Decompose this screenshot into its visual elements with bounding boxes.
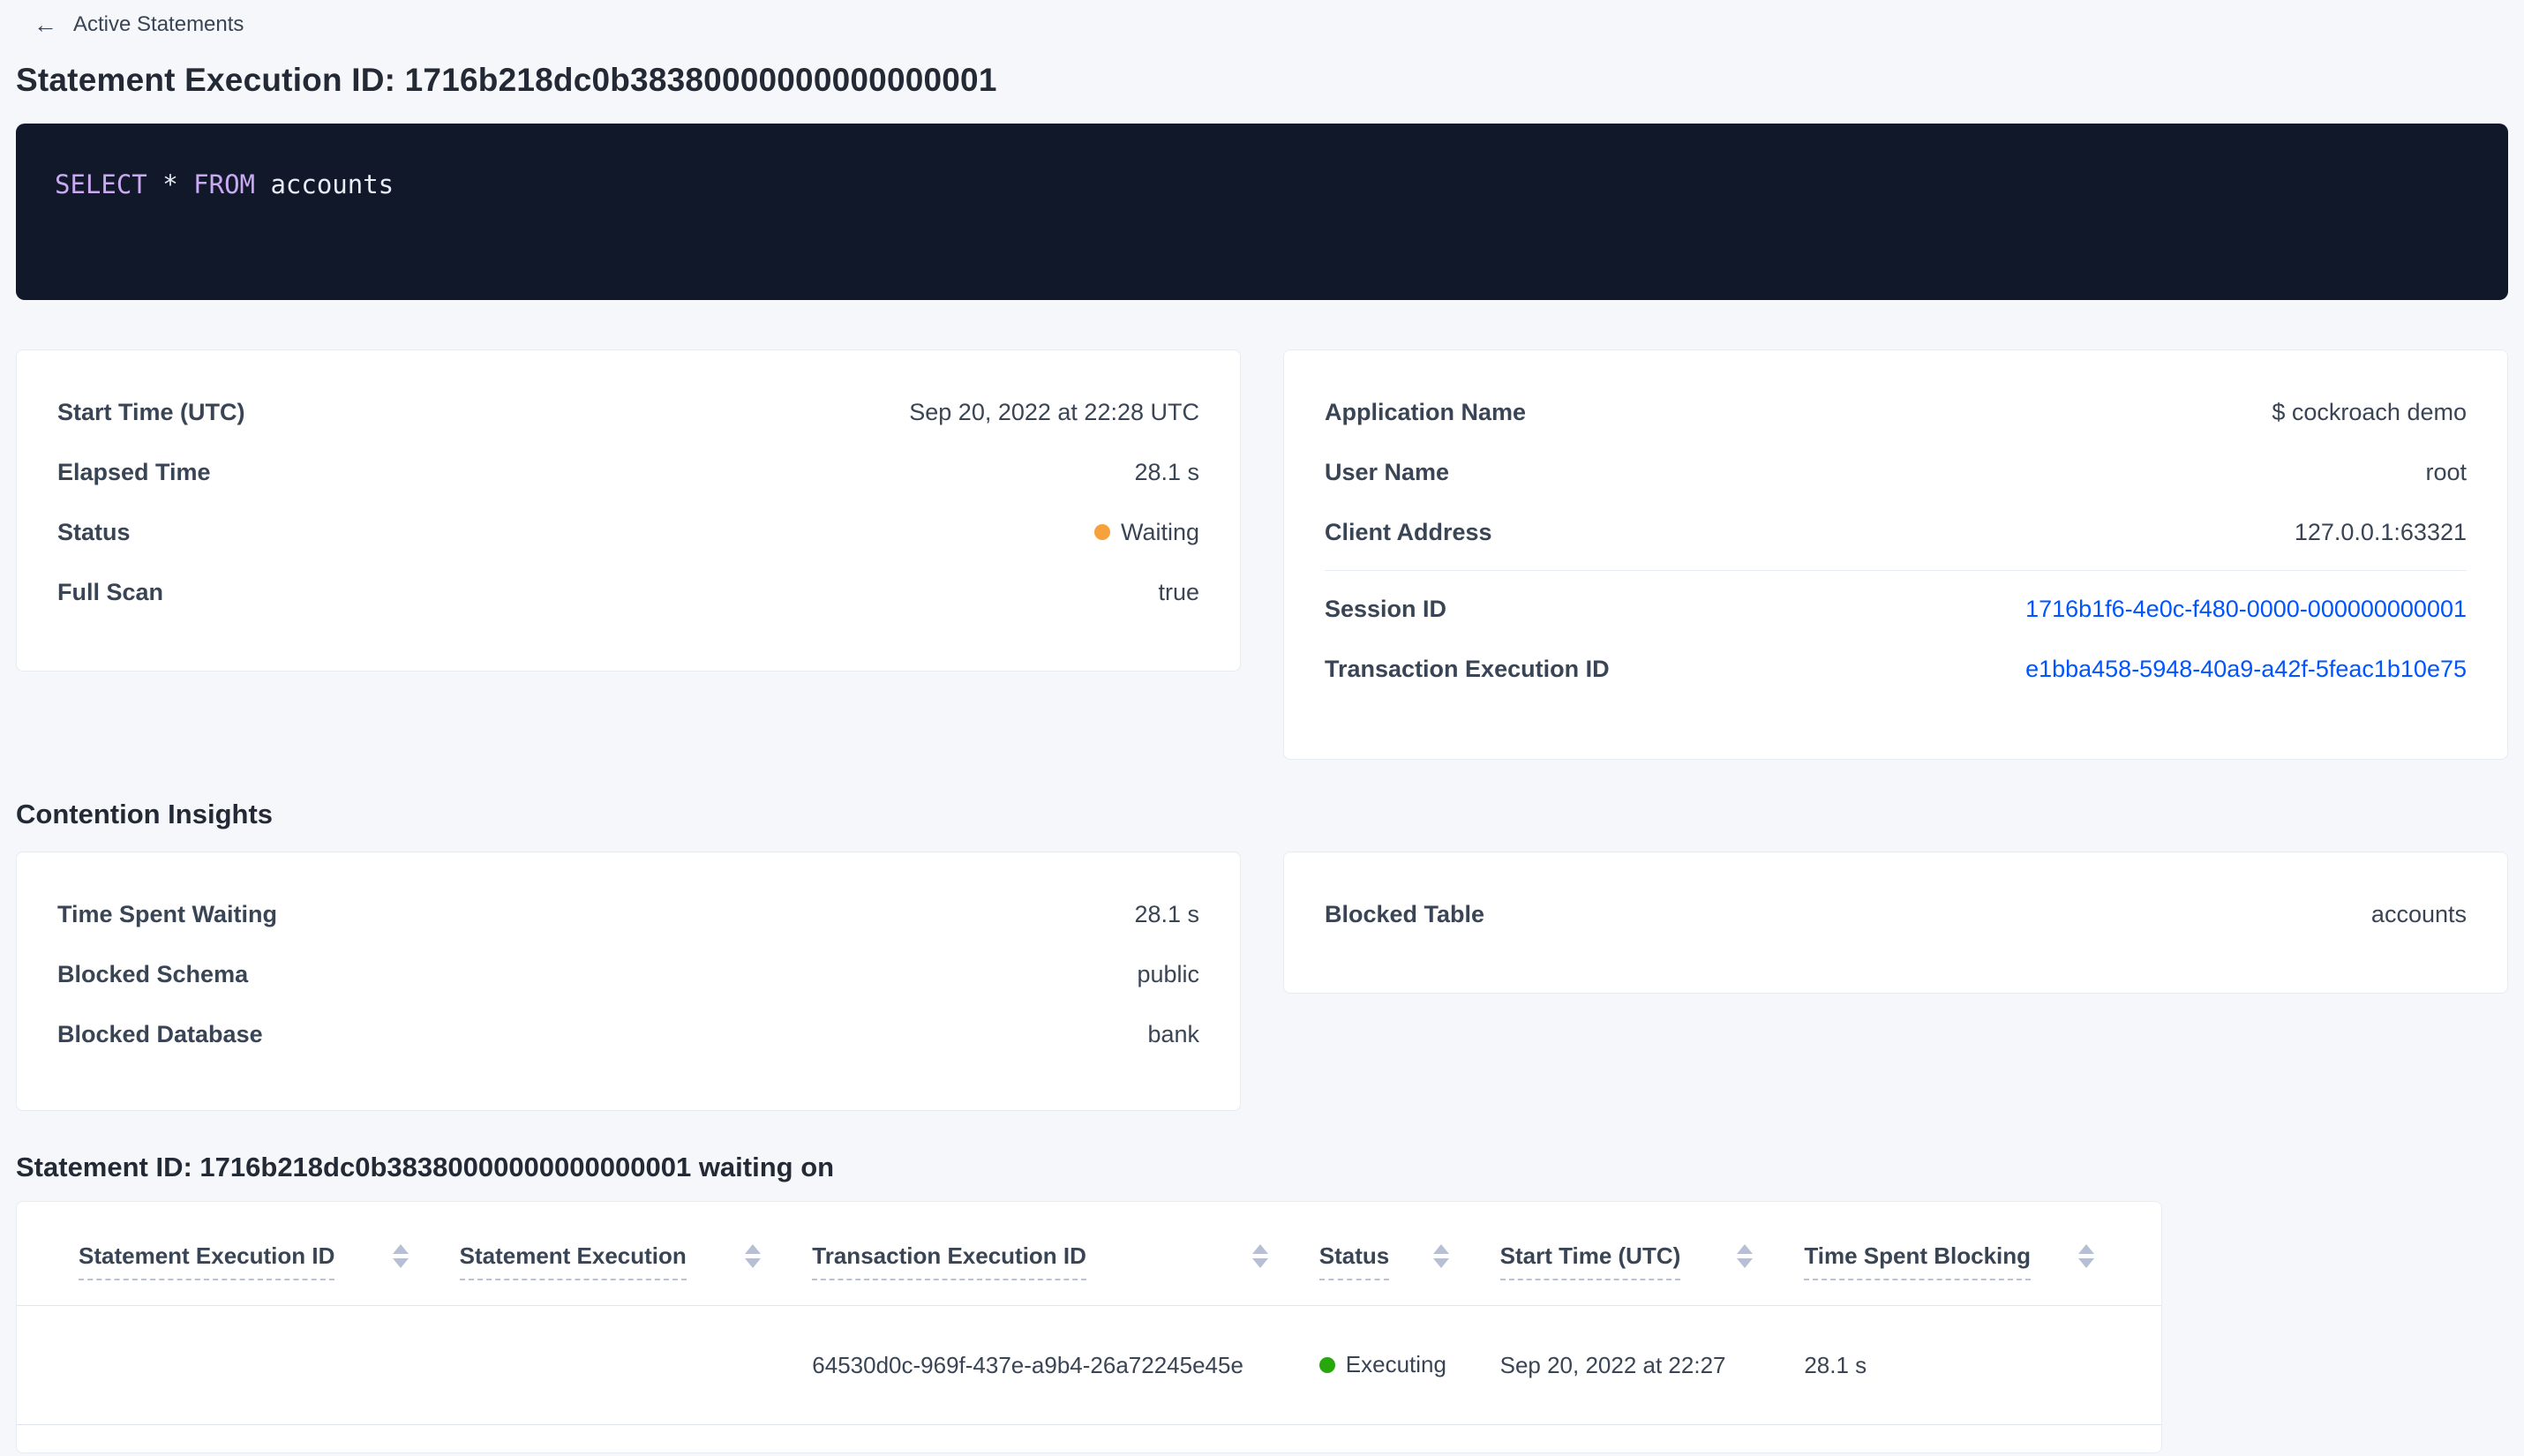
sort-icon[interactable] [1737, 1244, 1754, 1268]
executing-status-dot-icon [1318, 1356, 1335, 1373]
cell-start-time: Sep 20, 2022 at 22:27 [1499, 1351, 1726, 1378]
session-id-link[interactable]: 1716b1f6-4e0c-f480-0000-000000000001 [2025, 596, 2467, 623]
column-header-time-spent-blocking[interactable]: Time Spent Blocking [1804, 1242, 2100, 1305]
back-to-active-statements-link[interactable]: ← Active Statements [28, 9, 249, 41]
blocked-table-row: Blocked Table accounts [1325, 884, 2467, 944]
cell-transaction-execution-id: 64530d0c-969f-437e-a9b4-26a72245e45e [812, 1351, 1243, 1378]
blocked-table-value: accounts [2370, 900, 2467, 927]
sort-icon[interactable] [745, 1244, 762, 1268]
sql-star: * [146, 169, 194, 199]
cell-status: Executing [1318, 1351, 1500, 1379]
blocked-schema-label: Blocked Schema [57, 960, 249, 987]
full-scan-value: true [1158, 578, 1199, 605]
column-header-statement-execution[interactable]: Statement Execution [459, 1242, 813, 1305]
column-header-status[interactable]: Status [1318, 1242, 1500, 1305]
application-name-label: Application Name [1325, 398, 1527, 425]
application-name-row: Application Name $ cockroach demo [1325, 382, 2467, 442]
blocked-database-label: Blocked Database [57, 1020, 263, 1047]
contention-insights-heading: Contention Insights [16, 799, 274, 829]
sql-keyword-from: FROM [193, 169, 255, 199]
cell-status-value: Executing [1345, 1351, 1446, 1378]
blocked-schema-row: Blocked Schema public [57, 944, 1199, 1004]
transaction-execution-id-link[interactable]: e1bba458-5948-40a9-a42f-5feac1b10e75 [2025, 656, 2467, 683]
overview-card: Start Time (UTC) Sep 20, 2022 at 22:28 U… [16, 349, 1241, 672]
blocked-table-card: Blocked Table accounts [1283, 852, 2508, 994]
client-address-value: 127.0.0.1:63321 [2294, 518, 2467, 545]
column-header-label: Status [1318, 1242, 1390, 1280]
waiting-table-header-row: Statement Execution ID Statement Executi… [17, 1202, 2161, 1306]
user-name-label: User Name [1325, 458, 1450, 485]
time-spent-waiting-label: Time Spent Waiting [57, 900, 278, 927]
waiting-on-heading: Statement ID: 1716b218dc0b38380000000000… [16, 1152, 835, 1182]
statement-execution-page: ← Active Statements Statement Execution … [0, 0, 2524, 1453]
column-header-statement-execution-id[interactable]: Statement Execution ID [79, 1242, 460, 1305]
user-name-value: root [2425, 458, 2467, 485]
column-header-label: Transaction Execution ID [812, 1242, 1086, 1280]
transaction-execution-id-label: Transaction Execution ID [1325, 655, 1610, 682]
blocked-database-row: Blocked Database bank [57, 1004, 1199, 1064]
back-link-label: Active Statements [73, 12, 244, 36]
sort-icon[interactable] [392, 1244, 409, 1268]
status-badge: Waiting [1093, 518, 1199, 546]
start-time-row: Start Time (UTC) Sep 20, 2022 at 22:28 U… [57, 382, 1199, 442]
session-id-row: Session ID 1716b1f6-4e0c-f480-0000-00000… [1325, 579, 2467, 639]
sort-icon[interactable] [2078, 1244, 2095, 1268]
cell-time-spent-blocking: 28.1 s [1804, 1351, 1867, 1378]
time-spent-waiting-row: Time Spent Waiting 28.1 s [57, 884, 1199, 944]
client-address-label: Client Address [1325, 518, 1492, 545]
column-header-label: Time Spent Blocking [1804, 1242, 2032, 1280]
start-time-value: Sep 20, 2022 at 22:28 UTC [909, 398, 1199, 425]
sql-keyword-select: SELECT [55, 169, 147, 199]
back-arrow-icon: ← [34, 11, 57, 38]
transaction-execution-id-row: Transaction Execution ID e1bba458-5948-4… [1325, 639, 2467, 699]
column-header-start-time[interactable]: Start Time (UTC) [1499, 1242, 1805, 1305]
full-scan-row: Full Scan true [57, 562, 1199, 622]
status-value: Waiting [1120, 518, 1199, 545]
full-scan-label: Full Scan [57, 578, 164, 605]
table-row: 64530d0c-969f-437e-a9b4-26a72245e45e Exe… [17, 1306, 2161, 1425]
client-address-row: Client Address 127.0.0.1:63321 [1325, 502, 2467, 562]
blocked-database-value: bank [1147, 1020, 1199, 1047]
blocked-table-label: Blocked Table [1325, 900, 1485, 927]
sort-icon[interactable] [1432, 1244, 1449, 1268]
elapsed-time-row: Elapsed Time 28.1 s [57, 442, 1199, 502]
start-time-label: Start Time (UTC) [57, 398, 245, 425]
sql-statement-box: SELECT * FROM accounts [16, 124, 2508, 300]
waiting-on-table: Statement Execution ID Statement Executi… [16, 1201, 2162, 1453]
page-title: Statement Execution ID: 1716b218dc0b3838… [16, 62, 997, 98]
sql-table-name: accounts [255, 169, 394, 199]
column-header-label: Start Time (UTC) [1499, 1242, 1681, 1280]
time-spent-waiting-value: 28.1 s [1134, 900, 1199, 927]
column-header-label: Statement Execution ID [79, 1242, 335, 1280]
blocked-schema-value: public [1137, 960, 1199, 987]
waiting-status-dot-icon [1093, 524, 1110, 540]
column-header-transaction-execution-id[interactable]: Transaction Execution ID [812, 1242, 1318, 1305]
session-id-label: Session ID [1325, 595, 1447, 622]
application-name-value: $ cockroach demo [2272, 398, 2467, 425]
contention-details-card: Time Spent Waiting 28.1 s Blocked Schema… [16, 852, 1241, 1111]
column-header-label: Statement Execution [459, 1242, 687, 1280]
user-name-row: User Name root [1325, 442, 2467, 502]
elapsed-time-value: 28.1 s [1134, 458, 1199, 485]
status-row: Status Waiting [57, 502, 1199, 562]
status-label: Status [57, 518, 131, 545]
elapsed-time-label: Elapsed Time [57, 458, 211, 485]
sort-icon[interactable] [1251, 1244, 1268, 1268]
session-card-divider [1325, 570, 2467, 571]
session-card: Application Name $ cockroach demo User N… [1283, 349, 2508, 760]
